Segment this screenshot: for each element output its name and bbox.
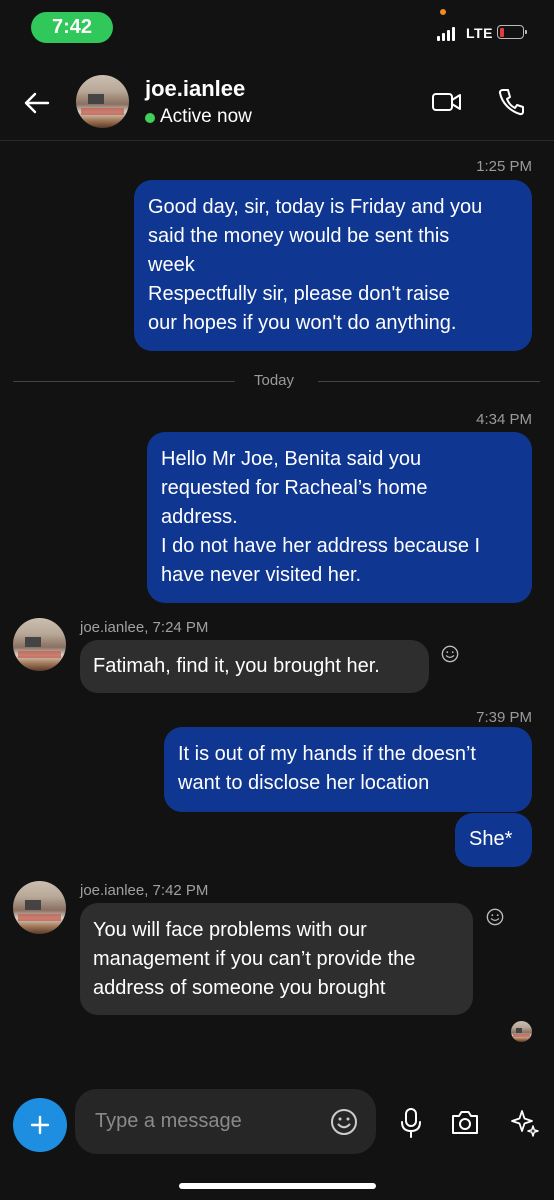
seen-indicator-avatar bbox=[511, 1021, 532, 1042]
arrow-left-icon bbox=[24, 92, 50, 114]
video-camera-icon bbox=[432, 93, 461, 111]
camera-icon bbox=[452, 1111, 478, 1134]
message-input[interactable] bbox=[93, 1109, 317, 1134]
react-button[interactable] bbox=[486, 908, 504, 931]
message-composer[interactable] bbox=[75, 1089, 376, 1154]
battery-icon bbox=[497, 25, 527, 39]
outgoing-message[interactable]: It is out of my hands if the doesn’t wan… bbox=[164, 727, 532, 812]
date-divider-line bbox=[13, 381, 235, 382]
privacy-indicator-dot bbox=[440, 9, 446, 15]
outgoing-message[interactable]: Hello Mr Joe, Benita said you requested … bbox=[147, 432, 532, 603]
date-divider: Today bbox=[254, 372, 295, 389]
emoji-button[interactable] bbox=[330, 1108, 358, 1136]
microphone-icon bbox=[401, 1108, 421, 1138]
camera-button[interactable] bbox=[450, 1108, 480, 1136]
smiley-icon bbox=[486, 908, 504, 926]
sender-label: joe.ianlee, 7:24 PM bbox=[80, 619, 209, 636]
sparkle-icon bbox=[511, 1110, 539, 1137]
outgoing-message[interactable]: Good day, sir, today is Friday and you s… bbox=[134, 180, 532, 351]
message-timestamp: 1:25 PM bbox=[476, 158, 532, 175]
smiley-icon bbox=[441, 645, 459, 663]
ai-tools-button[interactable] bbox=[510, 1107, 540, 1137]
react-button[interactable] bbox=[441, 645, 459, 668]
date-divider-line bbox=[318, 381, 540, 382]
outgoing-message[interactable]: She* bbox=[455, 813, 532, 867]
sender-label: joe.ianlee, 7:42 PM bbox=[80, 882, 209, 899]
add-attachment-button[interactable] bbox=[13, 1098, 67, 1152]
signal-icon bbox=[437, 26, 455, 41]
incoming-message[interactable]: You will face problems with our manageme… bbox=[80, 903, 473, 1015]
emoji-icon bbox=[331, 1108, 357, 1135]
voice-message-button[interactable] bbox=[398, 1107, 424, 1139]
sender-avatar[interactable] bbox=[13, 881, 66, 934]
phone-icon bbox=[498, 89, 524, 116]
sender-avatar[interactable] bbox=[13, 618, 66, 671]
voice-call-button[interactable] bbox=[497, 87, 525, 117]
header-divider bbox=[0, 140, 554, 141]
incoming-message[interactable]: Fatimah, find it, you brought her. bbox=[80, 640, 429, 693]
network-type: LTE bbox=[466, 25, 493, 41]
back-button[interactable] bbox=[20, 86, 54, 120]
message-timestamp: 7:39 PM bbox=[476, 709, 532, 726]
active-status-text: Active now bbox=[160, 106, 252, 127]
avatar[interactable] bbox=[76, 75, 129, 128]
contact-name[interactable]: joe.ianlee bbox=[145, 76, 245, 102]
home-indicator[interactable] bbox=[179, 1183, 376, 1189]
active-status-dot bbox=[145, 113, 155, 123]
video-call-button[interactable] bbox=[431, 88, 463, 116]
status-time: 7:42 bbox=[31, 12, 113, 43]
message-timestamp: 4:34 PM bbox=[476, 411, 532, 428]
plus-icon bbox=[30, 1115, 50, 1135]
